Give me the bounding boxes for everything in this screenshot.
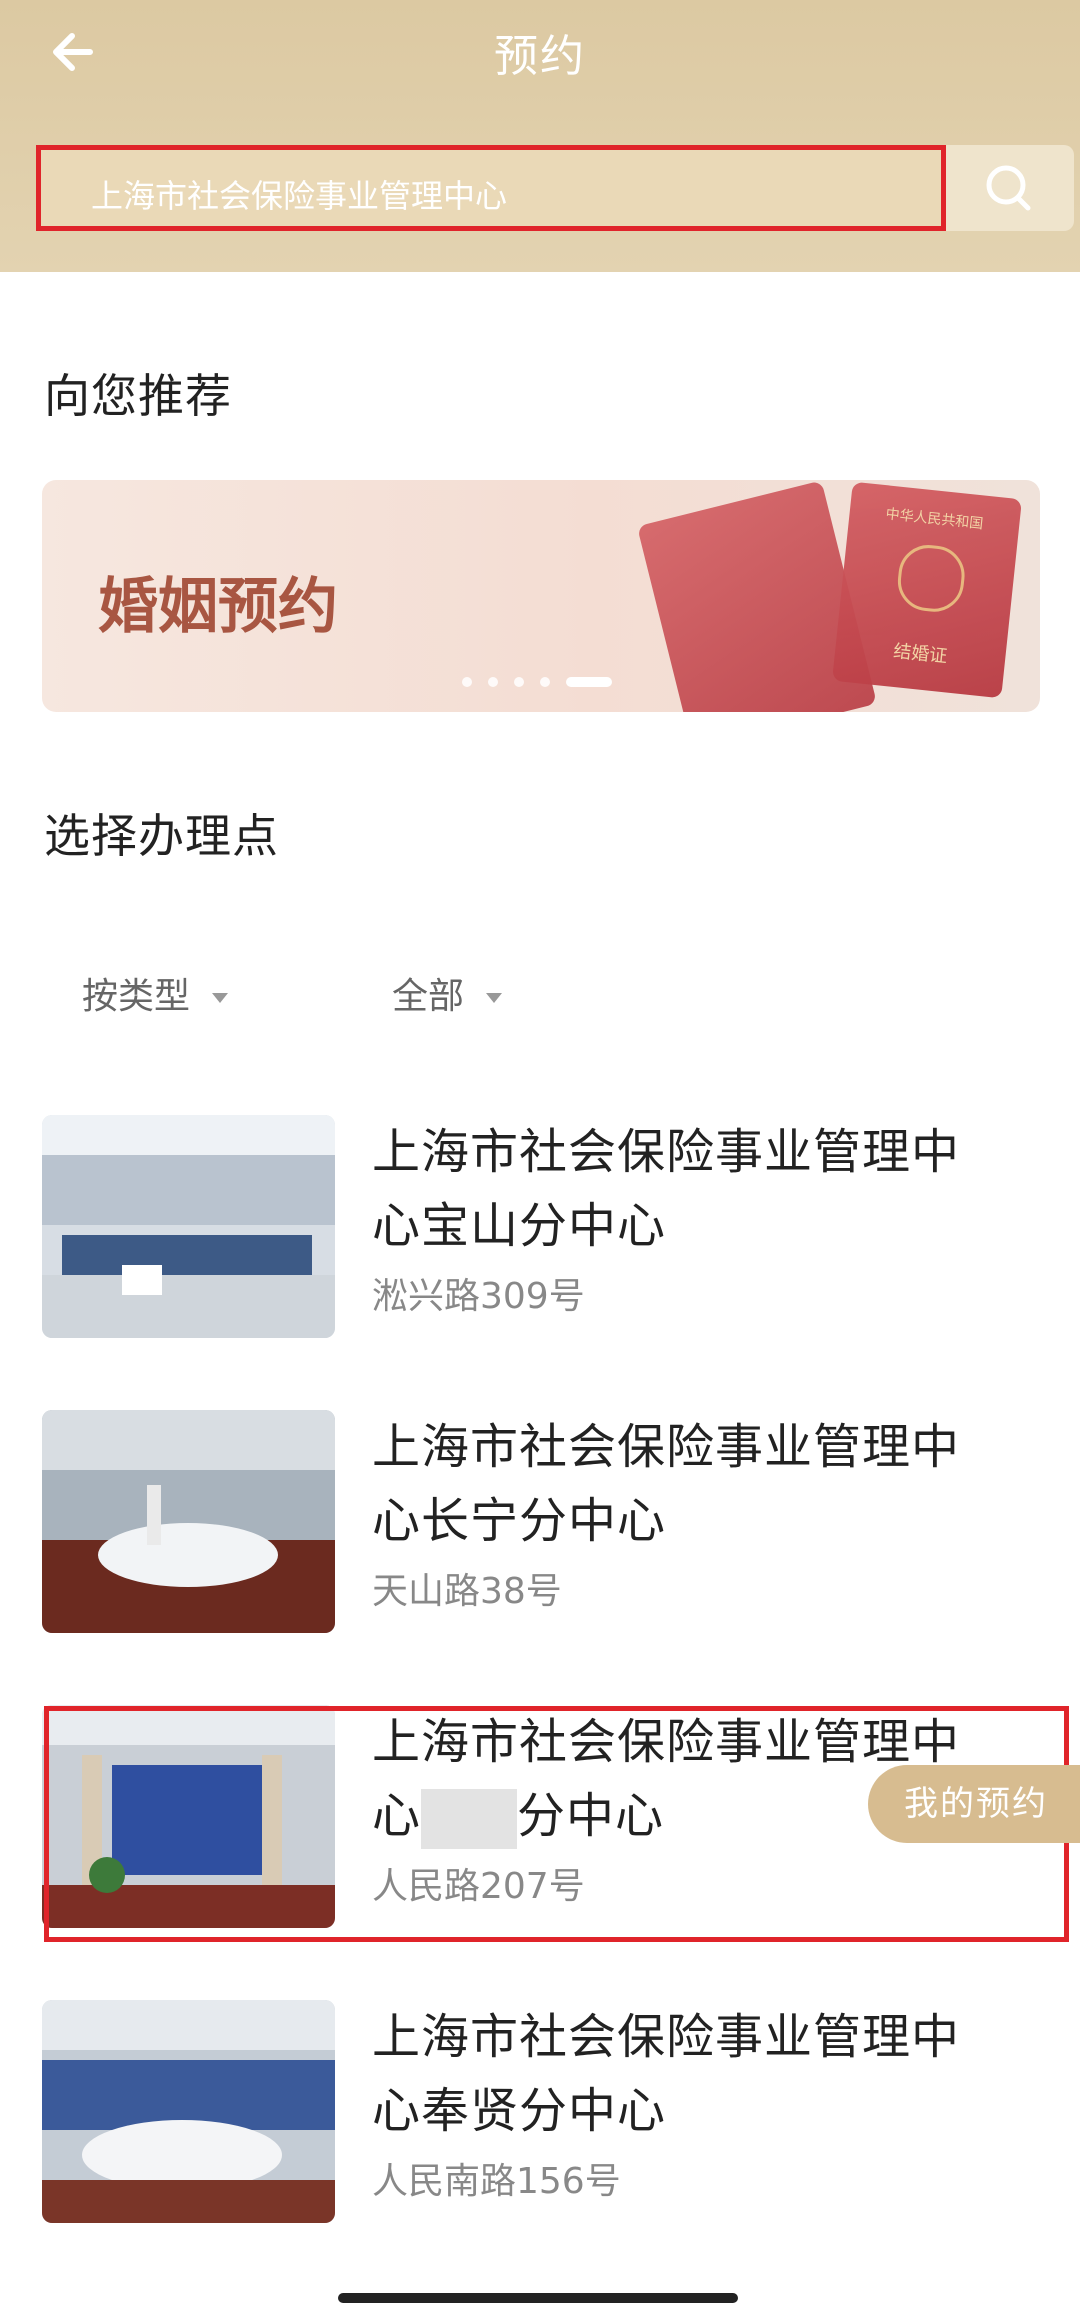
carousel-dot bbox=[514, 677, 524, 687]
my-appointment-button[interactable]: 我的预约 bbox=[868, 1765, 1080, 1843]
location-item-fengxian[interactable]: 上海市社会保险事业管理中 心奉贤分中心 人民南路156号 bbox=[42, 2000, 1042, 2225]
page-title: 预约 bbox=[494, 31, 586, 82]
certificate-image: 中华人民共和国 结婚证 bbox=[602, 480, 1040, 712]
filter-all-dropdown[interactable]: 全部 bbox=[392, 967, 503, 1019]
location-item-changning[interactable]: 上海市社会保险事业管理中 心长宁分中心 天山路38号 bbox=[42, 1410, 1042, 1635]
location-name-line2: 心奉贤分中心 bbox=[372, 2083, 667, 2139]
filter-type-dropdown[interactable]: 按类型 bbox=[82, 967, 229, 1019]
dropdown-caret-icon bbox=[212, 993, 229, 1003]
carousel-dot bbox=[488, 677, 498, 687]
dropdown-caret-icon bbox=[486, 993, 503, 1003]
banner-title: 婚姻预约 bbox=[98, 572, 338, 642]
location-name-line2: 心宝山分中心 bbox=[372, 1198, 667, 1254]
carousel-dot bbox=[540, 677, 550, 687]
carousel-dot-active bbox=[566, 677, 612, 687]
location-photo bbox=[42, 2000, 335, 2223]
top-bar: 预约 上海市社会保险事业管理中心 bbox=[0, 0, 1080, 272]
location-photo bbox=[42, 1115, 335, 1338]
location-photo bbox=[42, 1410, 335, 1633]
search-button[interactable] bbox=[946, 145, 1074, 231]
recommend-heading: 向您推荐 bbox=[44, 369, 232, 423]
search-input[interactable]: 上海市社会保险事业管理中心 bbox=[36, 145, 946, 231]
search-bar: 上海市社会保险事业管理中心 bbox=[36, 145, 1074, 231]
location-name-line1: 上海市社会保险事业管理中 bbox=[372, 1419, 961, 1475]
locations-heading: 选择办理点 bbox=[44, 809, 279, 863]
location-name: 上海市社会保险事业管理中 心长宁分中心 bbox=[372, 1410, 1032, 1558]
location-address: 淞兴路309号 bbox=[372, 1276, 585, 1317]
location-item-baoshan[interactable]: 上海市社会保险事业管理中 心宝山分中心 淞兴路309号 bbox=[42, 1115, 1042, 1340]
home-indicator[interactable] bbox=[338, 2293, 738, 2303]
carousel-dot bbox=[462, 677, 472, 687]
search-icon bbox=[986, 165, 1031, 211]
location-name-line2: 心长宁分中心 bbox=[372, 1493, 667, 1549]
carousel-indicator bbox=[462, 672, 628, 687]
location-name: 上海市社会保险事业管理中 心宝山分中心 bbox=[372, 1115, 1032, 1263]
filter-type-label: 按类型 bbox=[82, 976, 191, 1017]
search-input-text: 上海市社会保险事业管理中心 bbox=[91, 177, 508, 215]
certificate-bottom-text: 结婚证 bbox=[892, 640, 949, 668]
location-name-line1: 上海市社会保险事业管理中 bbox=[372, 1124, 961, 1180]
location-address: 天山路38号 bbox=[372, 1571, 562, 1612]
marriage-appointment-banner[interactable]: 婚姻预约 中华人民共和国 结婚证 bbox=[42, 480, 1040, 712]
location-name: 上海市社会保险事业管理中 心奉贤分中心 bbox=[372, 2000, 1032, 2148]
filter-all-label: 全部 bbox=[392, 976, 465, 1017]
location-name-line1: 上海市社会保险事业管理中 bbox=[372, 2009, 961, 2065]
location-address: 人民南路156号 bbox=[372, 2161, 621, 2202]
certificate-top-text: 中华人民共和国 bbox=[884, 506, 984, 533]
